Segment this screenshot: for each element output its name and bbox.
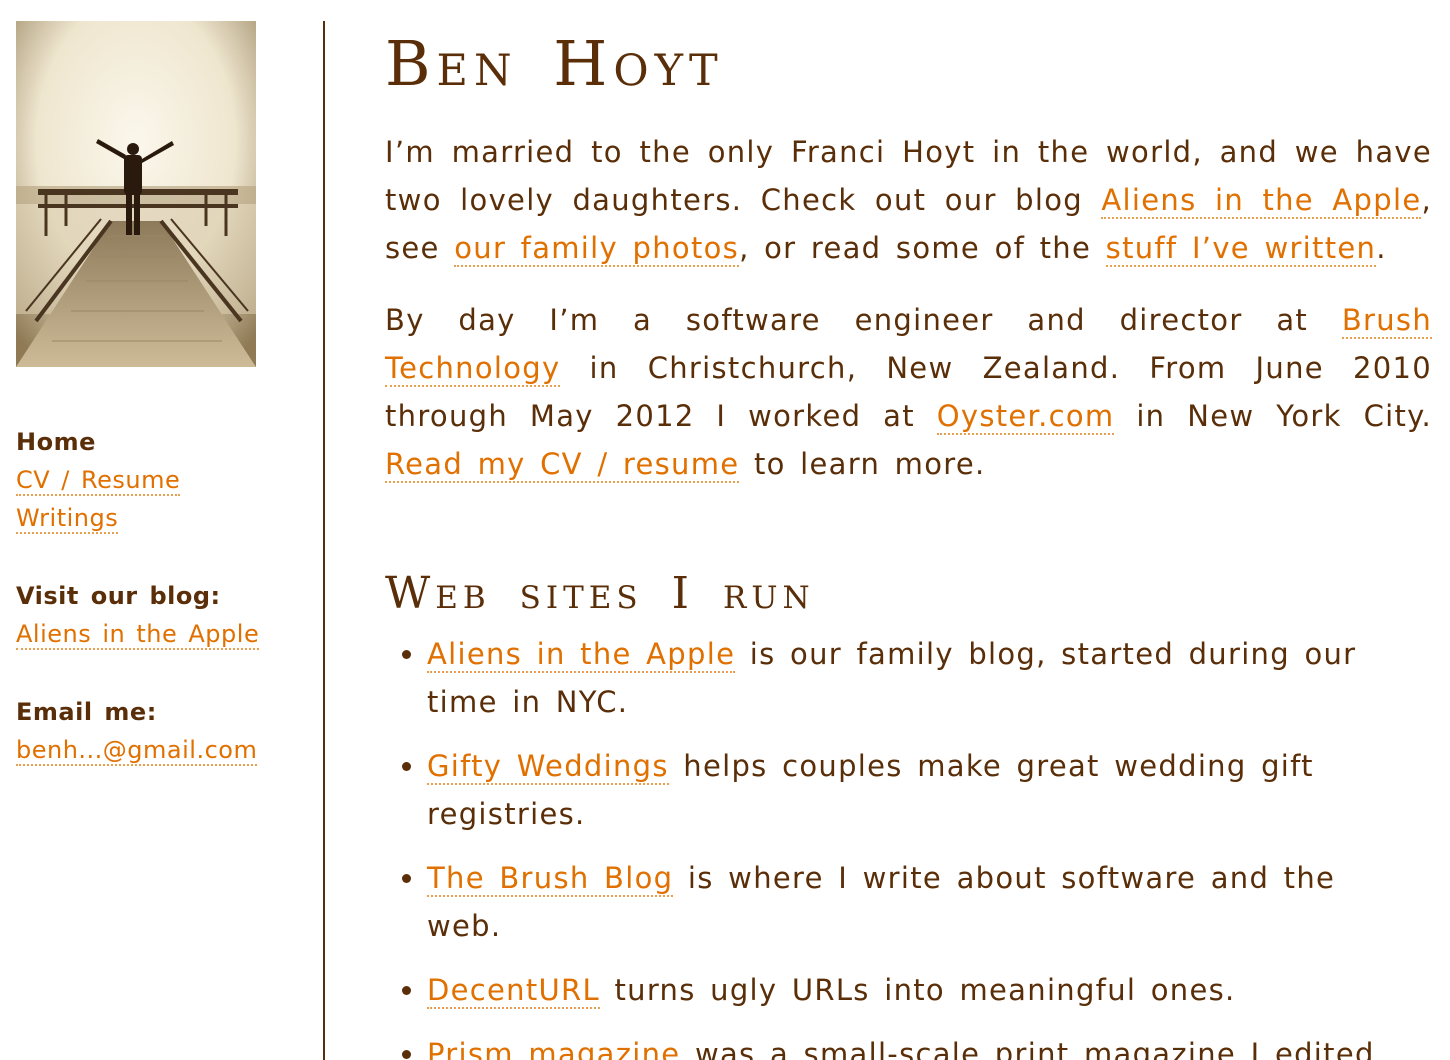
cv-resume-link[interactable]: Read my CV / resume xyxy=(385,447,740,483)
work-paragraph: By day I’m a software engineer and direc… xyxy=(385,296,1432,488)
email-block: Email me: benh...@gmail.com xyxy=(16,693,276,769)
site-description: was a small-scale print magazine I edite… xyxy=(680,1037,1386,1060)
writings-link[interactable]: stuff I’ve written xyxy=(1105,231,1377,267)
intro-paragraph: I’m married to the only Franci Hoyt in t… xyxy=(385,128,1432,272)
site-nav: Home CV / Resume Writings xyxy=(16,423,276,537)
blog-link[interactable]: Aliens in the Apple xyxy=(16,620,260,650)
list-item: Prism magazine was a small-scale print m… xyxy=(427,1030,1432,1060)
nav-home: Home xyxy=(16,428,96,456)
profile-photo xyxy=(16,21,256,367)
sites-list: Aliens in the Apple is our family blog, … xyxy=(385,630,1432,1060)
intro-text-3: , or read some of the xyxy=(739,231,1106,265)
list-item: The Brush Blog is where I write about so… xyxy=(427,854,1432,950)
column-divider xyxy=(323,21,325,1060)
nav-cv-link[interactable]: CV / Resume xyxy=(16,466,181,496)
site-link-brush-blog[interactable]: The Brush Blog xyxy=(427,861,674,897)
site-link-decenturl[interactable]: DecentURL xyxy=(427,973,600,1009)
list-item: Gifty Weddings helps couples make great … xyxy=(427,742,1432,838)
site-link-gifty[interactable]: Gifty Weddings xyxy=(427,749,669,785)
oyster-link[interactable]: Oyster.com xyxy=(936,399,1115,435)
email-link[interactable]: benh...@gmail.com xyxy=(16,736,258,766)
main-content: Ben Hoyt I’m married to the only Franci … xyxy=(385,22,1432,1060)
list-item: DecentURL turns ugly URLs into meaningfu… xyxy=(427,966,1432,1014)
work-text-3: in New York City. xyxy=(1114,399,1432,433)
list-item: Aliens in the Apple is our family blog, … xyxy=(427,630,1432,726)
page-title: Ben Hoyt xyxy=(385,27,724,100)
blog-block: Visit our blog: Aliens in the Apple xyxy=(16,577,276,653)
site-description: turns ugly URLs into meaningful ones. xyxy=(599,973,1236,1007)
family-photos-link[interactable]: our family photos xyxy=(454,231,740,267)
nav-writings-link[interactable]: Writings xyxy=(16,504,119,534)
site-link-prism[interactable]: Prism magazine xyxy=(427,1037,681,1060)
email-heading: Email me: xyxy=(16,698,157,726)
intro-text-4: . xyxy=(1376,231,1387,265)
work-text-1: By day I’m a software engineer and direc… xyxy=(385,303,1342,337)
intro-blog-link[interactable]: Aliens in the Apple xyxy=(1101,183,1422,219)
sidebar: Home CV / Resume Writings Visit our blog… xyxy=(16,21,276,769)
sites-heading: Web sites I run xyxy=(385,568,815,619)
blog-heading: Visit our blog: xyxy=(16,582,221,610)
work-text-4: to learn more. xyxy=(739,447,986,481)
site-link-aliens[interactable]: Aliens in the Apple xyxy=(427,637,736,673)
